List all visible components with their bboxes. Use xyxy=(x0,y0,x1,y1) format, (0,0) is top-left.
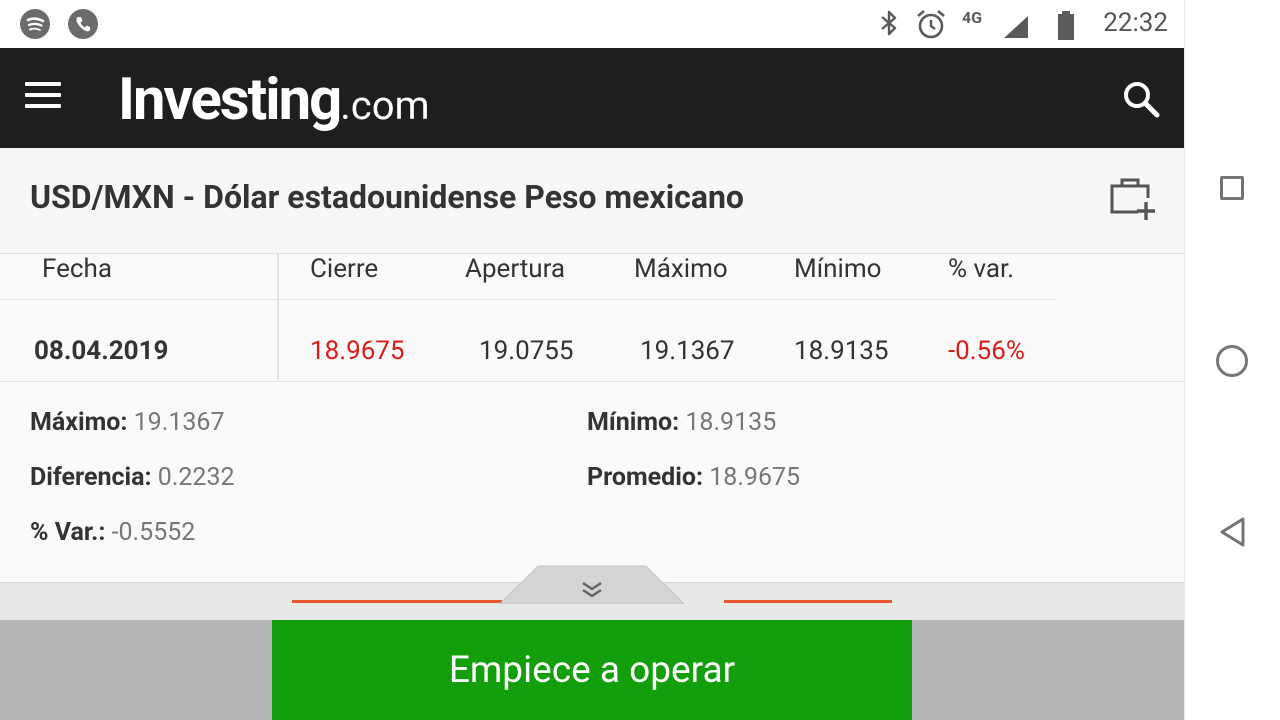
detail-maximo-label: Máximo: xyxy=(30,408,128,437)
detail-promedio-value: 18.9675 xyxy=(709,463,801,492)
logo[interactable]: Investing.com xyxy=(118,66,430,134)
bluetooth-icon xyxy=(876,8,902,38)
status-bar: 4G 22:32 xyxy=(0,0,1184,48)
page-title: USD/MXN - Dólar estadounidense Peso mexi… xyxy=(30,178,744,216)
alarm-icon xyxy=(914,8,948,40)
detail-minimo: Mínimo: 18.9135 xyxy=(587,408,776,437)
logo-suffix: .com xyxy=(340,82,430,129)
spotify-icon xyxy=(20,9,50,39)
cell-minimo: 18.9135 xyxy=(794,336,889,366)
menu-icon[interactable] xyxy=(25,82,61,112)
column-divider xyxy=(277,254,279,380)
row-details: Máximo: 19.1367 Mínimo: 18.9135 Diferenc… xyxy=(0,382,1184,582)
phone-icon xyxy=(68,9,98,39)
detail-var: % Var.: -0.5552 xyxy=(30,518,195,547)
cell-cierre: 18.9675 xyxy=(310,336,405,366)
col-header-fecha[interactable]: Fecha xyxy=(42,254,112,284)
table-row[interactable]: 08.04.2019 18.9675 19.0755 19.1367 18.91… xyxy=(0,300,1184,382)
col-header-cierre[interactable]: Cierre xyxy=(310,254,378,284)
clock: 22:32 xyxy=(1103,8,1168,38)
app-header: Investing.com xyxy=(0,48,1184,148)
col-header-maximo[interactable]: Máximo xyxy=(634,254,728,284)
add-to-portfolio-icon[interactable] xyxy=(1108,176,1158,222)
detail-minimo-value: 18.9135 xyxy=(685,408,777,437)
detail-promedio-label: Promedio: xyxy=(587,463,704,492)
accent-line-right xyxy=(724,600,892,603)
detail-maximo-value: 19.1367 xyxy=(133,408,225,437)
battery-icon xyxy=(1056,10,1078,42)
col-header-apertura[interactable]: Apertura xyxy=(465,254,565,284)
detail-diferencia: Diferencia: 0.2232 xyxy=(30,463,235,492)
table-header-row: Fecha Cierre Apertura Máximo Mínimo % va… xyxy=(0,254,1056,300)
signal-icon xyxy=(1002,14,1030,40)
detail-var-label: % Var.: xyxy=(30,518,106,547)
detail-diferencia-label: Diferencia: xyxy=(30,463,152,492)
cell-var: -0.56% xyxy=(948,336,1025,366)
search-icon[interactable] xyxy=(1122,80,1160,118)
home-icon[interactable] xyxy=(1216,345,1248,377)
col-header-var[interactable]: % var. xyxy=(948,254,1014,284)
detail-diferencia-value: 0.2232 xyxy=(157,463,235,492)
cell-maximo: 19.1367 xyxy=(640,336,735,366)
col-header-minimo[interactable]: Mínimo xyxy=(794,254,881,284)
detail-promedio: Promedio: 18.9675 xyxy=(587,463,800,492)
accent-line-left xyxy=(292,600,502,603)
logo-main: Investing xyxy=(118,66,342,134)
network-type: 4G xyxy=(962,8,983,27)
recents-icon[interactable] xyxy=(1220,176,1244,200)
start-trading-button[interactable]: Empiece a operar xyxy=(272,620,912,720)
detail-minimo-label: Mínimo: xyxy=(587,408,680,437)
collapse-toggle[interactable] xyxy=(498,564,686,605)
cell-apertura: 19.0755 xyxy=(479,336,574,366)
cell-fecha: 08.04.2019 xyxy=(34,336,169,366)
detail-maximo: Máximo: 19.1367 xyxy=(30,408,225,437)
back-icon[interactable] xyxy=(1218,516,1248,548)
title-bar: USD/MXN - Dólar estadounidense Peso mexi… xyxy=(0,148,1184,254)
historical-table: Fecha Cierre Apertura Máximo Mínimo % va… xyxy=(0,254,1184,382)
detail-var-value: -0.5552 xyxy=(111,518,196,547)
